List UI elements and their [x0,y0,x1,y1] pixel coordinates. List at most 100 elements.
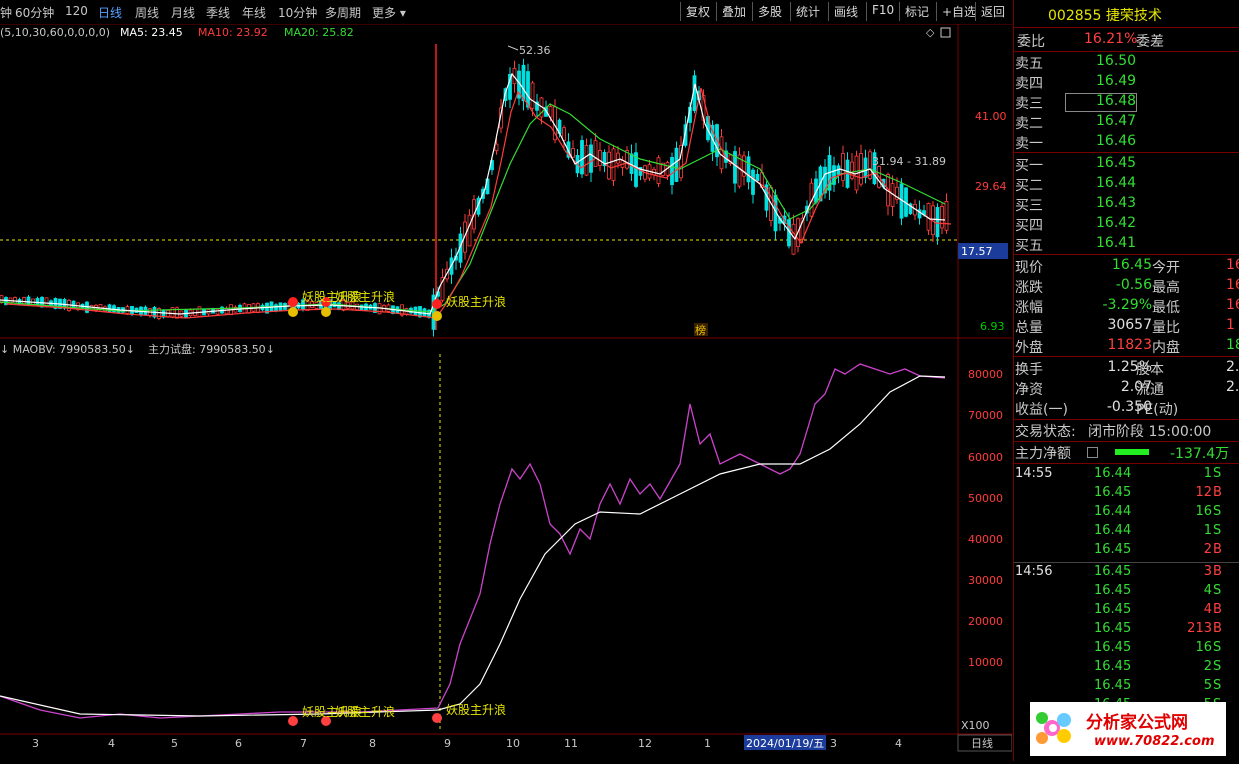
quote-value: 30657 [1107,317,1152,333]
weibi-label: 委比 [1017,34,1045,50]
period-tab-daily[interactable]: 日线 [98,4,122,21]
net-flow-label: 主力净额 [1015,446,1071,462]
signal-label: 妖股主升浪 [446,294,506,309]
ma5-line [0,72,946,315]
tick-row: 16.45 2 S [1014,659,1239,678]
quote-label2: 最低 [1152,300,1180,316]
fuquan-button[interactable]: 复权 [680,2,715,21]
tick-price: 16.45 [1094,659,1132,674]
tick-volume: 1 [1203,466,1212,481]
bid-row[interactable]: 买三 16.43 [1014,195,1239,214]
tick-row: 16.45 5S [1014,678,1239,697]
quote-value2: 16 [1226,297,1239,313]
bid-row[interactable]: 买四 16.42 [1014,215,1239,234]
tick-price: 16.45 [1094,485,1132,500]
tick-volume: 4 [1203,583,1212,598]
period-tab-yearly[interactable]: 年线 [242,4,266,21]
bid-price: 16.44 [1096,175,1137,191]
more-label: 更多 [372,6,397,20]
selected-price-box [1065,93,1137,112]
obv-tick: 70000 [968,409,1003,422]
mark-button[interactable]: 标记 [899,2,934,21]
quote-value2: 1 [1226,317,1235,333]
high-label: 52.36 [519,44,551,57]
weibi-value: 16.21% [1084,31,1138,47]
ask-price: 16.50 [1096,53,1137,69]
diamond-icon[interactable]: ◇ [926,26,935,39]
indicator-params: (5,10,30,60,0,0,0,0) [0,26,110,39]
tick-side: S [1213,659,1222,674]
ask-row[interactable]: 卖五 16.50 [1014,53,1239,72]
signal-marker [288,716,298,726]
tick-side: S [1213,504,1222,519]
quote-row: 总量 30657 量比 1 [1014,317,1239,336]
quote-label: 现价 [1015,260,1043,276]
tick-volume: 2 [1203,659,1212,674]
weibi-row: 委比 16.21% 委差 [1014,31,1239,50]
bid-row[interactable]: 买一 16.45 [1014,155,1239,174]
back-button[interactable]: 返回 [975,2,1010,21]
quote-panel: 002855 捷荣技术 委比 16.21% 委差 卖五 16.50 卖四 16.49 卖… [1013,0,1239,761]
ask-row[interactable]: 卖四 16.49 [1014,73,1239,92]
ask-price: 16.49 [1096,73,1137,89]
quote-label: 涨幅 [1015,300,1043,316]
stats-button[interactable]: 统计 [790,2,825,21]
trade-status-label: 交易状态: [1015,424,1076,440]
tick-row: 14:56 16.45 3 B [1014,564,1239,583]
tick-price: 16.45 [1094,583,1132,598]
tick-side: B [1213,542,1222,557]
current-price-tag-label: 17.57 [961,245,993,258]
fundamental-row: 收益(一) -0.350 PE(动) [1014,399,1239,418]
time-tick: 3 [32,737,39,750]
fund-label2: 流通 [1136,382,1164,398]
more-dropdown[interactable]: 更多 ▾ [372,4,406,21]
draw-line-button[interactable]: 画线 [828,2,863,21]
maximize-icon[interactable] [940,27,951,38]
time-tick: 4 [895,737,902,750]
period-tab-60min[interactable]: 60分钟 [15,4,54,21]
period-tab-120[interactable]: 120 [65,4,88,18]
chart-area[interactable]: (5,10,30,60,0,0,0,0) MA5: 23.45 MA10: 23… [0,24,1013,761]
quote-value: 16.45 [1111,257,1152,273]
quote-value: -0.56 [1115,277,1152,293]
period-tab-multi[interactable]: 多周期 [325,4,361,21]
period-tab-min[interactable]: 钟 [0,4,12,21]
tick-price: 16.45 [1094,564,1132,579]
period-tab-10min[interactable]: 10分钟 [278,4,317,21]
price-tick: 41.00 [975,110,1007,123]
ask-row[interactable]: 卖三 16.48 [1014,93,1239,112]
signal-label: 妖股主升浪 [335,289,395,304]
ma20-label: MA20: 25.82 [284,26,354,39]
fundamental-row: 换手1.25%股本2.4 [1014,359,1239,378]
chart-canvas[interactable]: (5,10,30,60,0,0,0,0) MA5: 23.45 MA10: 23… [0,24,1013,761]
quote-row: 外盘 11823内盘 18 [1014,337,1239,356]
tick-row: 16.44 16 S [1014,504,1239,523]
tick-price: 16.45 [1094,640,1132,655]
bid-row[interactable]: 买五 16.41 [1014,235,1239,254]
period-tab-quarterly[interactable]: 季线 [206,4,230,21]
ask-row[interactable]: 卖一 16.46 [1014,133,1239,152]
toggle-icon[interactable] [1087,447,1098,458]
stock-header: 002855 捷荣技术 [1048,5,1162,24]
bid-row[interactable]: 买二 16.44 [1014,175,1239,194]
quote-label: 涨跌 [1015,280,1043,296]
multi-stock-button[interactable]: 多股 [752,2,787,21]
signal-marker [432,713,442,723]
chevron-down-icon: ▾ [396,6,406,20]
net-flow-value: -137.4万 [1170,446,1230,462]
period-tab-monthly[interactable]: 月线 [171,4,195,21]
fund-label2: 股本 [1136,362,1164,378]
quote-row: 涨跌 -0.56最高 16 [1014,277,1239,296]
ask-level-label: 卖一 [1015,136,1043,152]
obv-tick: 50000 [968,492,1003,505]
ask-level-label: 卖五 [1015,56,1043,72]
f10-button[interactable]: F10 [866,2,899,21]
ask-row[interactable]: 卖二 16.47 [1014,113,1239,132]
quote-label2: 量比 [1152,320,1180,336]
time-tick: 3 [830,737,837,750]
period-tab-weekly[interactable]: 周线 [135,4,159,21]
tick-side: B [1213,621,1222,636]
high-pointer [507,45,519,51]
time-tick: 6 [235,737,242,750]
overlay-button[interactable]: 叠加 [716,2,751,21]
